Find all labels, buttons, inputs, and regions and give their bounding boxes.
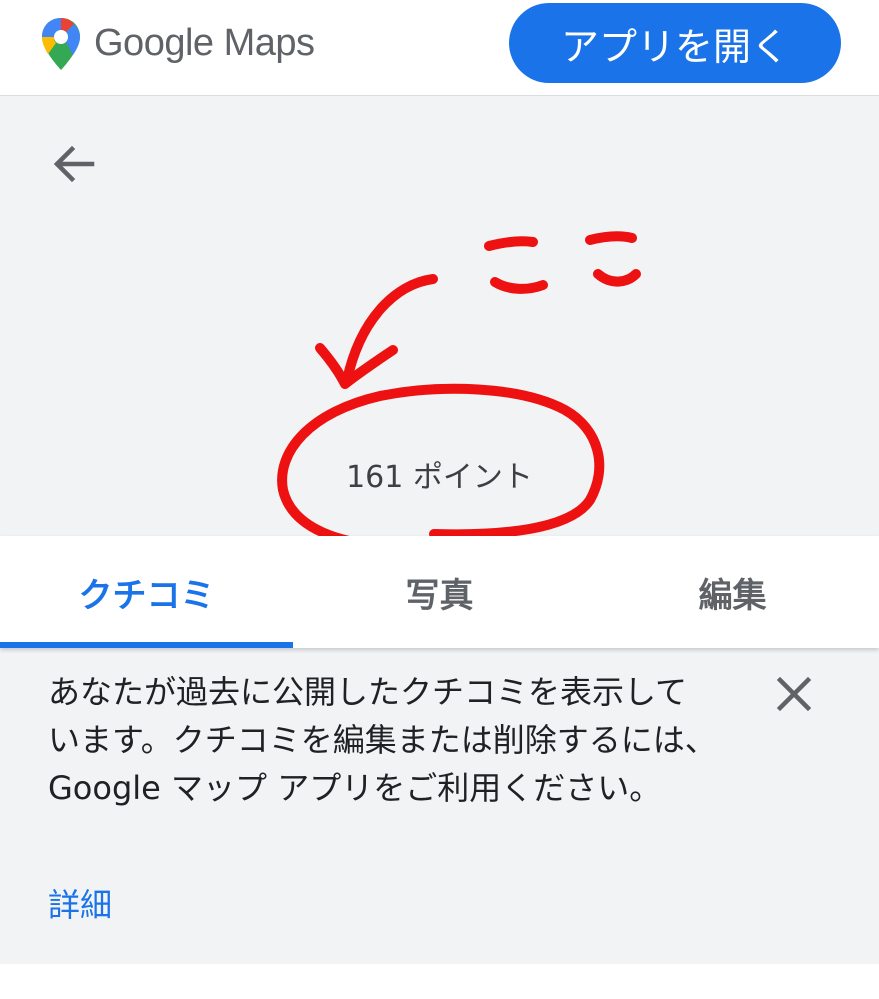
brand-title: Google Maps [94,22,315,64]
tab-reviews[interactable]: クチコミ [0,536,293,648]
tab-bar: クチコミ 写真 編集 [0,536,879,648]
tab-edits[interactable]: 編集 [586,536,879,648]
open-app-button[interactable]: アプリを開く [509,3,841,83]
tab-photos[interactable]: 写真 [293,536,586,648]
info-notice: あなたが過去に公開したクチコミを表示しています。クチコミを編集または削除するには… [0,648,879,964]
app-header: Google Maps アプリを開く [0,0,879,96]
notice-text: あなたが過去に公開したクチコミを表示しています。クチコミを編集または削除するには… [48,673,717,807]
profile-section: 161 ポイント [0,96,879,536]
page-bottom [0,964,879,999]
points-count: 161 ポイント [346,460,533,495]
google-maps-pin-icon [42,18,80,70]
arrow-back-icon[interactable] [48,138,100,190]
details-link[interactable]: 詳細 [48,880,112,926]
close-icon[interactable] [770,670,818,718]
